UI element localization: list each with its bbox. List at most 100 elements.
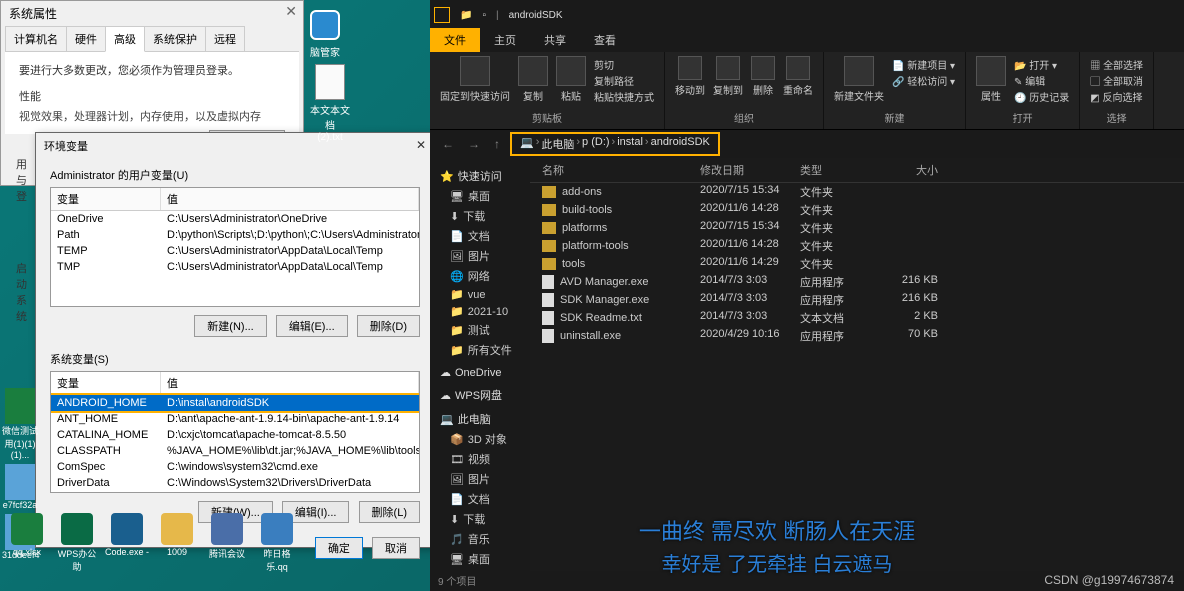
user-vars-list[interactable]: 变量 值 OneDriveC:\Users\Administrator\OneD… [50, 187, 420, 307]
file-row[interactable]: tools2020/11/6 14:29文件夹 [530, 255, 1184, 273]
sidebar-onedrive[interactable]: ☁ OneDrive [430, 364, 530, 381]
ok-button[interactable]: 确定 [315, 537, 363, 559]
sidebar-pc[interactable]: 💻 此电脑 [430, 409, 530, 429]
paste-button[interactable]: 粘贴 [556, 56, 586, 103]
table-row[interactable]: JAVA_HOMED:\java\java\jdk1.8.0_131 [51, 491, 419, 493]
tab-home[interactable]: 主页 [480, 28, 530, 52]
table-row[interactable]: ComSpecC:\windows\system32\cmd.exe [51, 459, 419, 475]
props-button[interactable]: 属性 [976, 56, 1006, 103]
sidebar-quick[interactable]: ⭐ 快速访问 [430, 166, 530, 186]
forward-button[interactable]: → [464, 137, 484, 151]
file-row[interactable]: build-tools2020/11/6 14:28文件夹 [530, 201, 1184, 219]
tab-computer-name[interactable]: 计算机名 [5, 26, 67, 51]
edit-button[interactable]: 编辑(E)... [276, 315, 348, 337]
sidebar-item[interactable]: 📁 测试 [430, 320, 530, 340]
desktop-icon[interactable]: Code.exe - [104, 513, 150, 573]
sidebar-wps[interactable]: ☁ WPS网盘 [430, 385, 530, 405]
sys-vars-list[interactable]: 变量 值 ANDROID_HOMED:\instal\androidSDK AN… [50, 371, 420, 493]
desktop-icon[interactable]: 昨日格乐.qq [254, 513, 300, 573]
newfolder-button[interactable]: 新建文件夹 [834, 56, 884, 103]
easyaccess-button[interactable]: 🔗 轻松访问 ▾ [892, 73, 955, 88]
file-list[interactable]: 名称修改日期类型大小 add-ons2020/7/15 15:34文件夹buil… [530, 158, 1184, 571]
table-row-selected[interactable]: ANDROID_HOMED:\instal\androidSDK [51, 395, 419, 411]
pin-button[interactable]: 固定到快速访问 [440, 56, 510, 103]
qa-icon[interactable]: ▫ [478, 8, 490, 23]
sidebar-item[interactable]: 📁 vue [430, 286, 530, 303]
cut-button[interactable]: 剪切 [594, 57, 654, 72]
file-header[interactable]: 名称修改日期类型大小 [530, 158, 1184, 183]
back-button[interactable]: ← [438, 137, 458, 151]
sidebar-item[interactable]: 🖼 图片 [430, 469, 530, 489]
breadcrumb[interactable]: 💻› 此电脑› p (D:)› instal› androidSDK [510, 132, 720, 156]
shortcut-button[interactable]: 粘贴快捷方式 [594, 89, 654, 104]
file-row[interactable]: AVD Manager.exe2014/7/3 3:03应用程序216 KB [530, 273, 1184, 291]
sidebar-item[interactable]: 🎵 音乐 [430, 529, 530, 549]
file-row[interactable]: SDK Readme.txt2014/7/3 3:03文本文档2 KB [530, 309, 1184, 327]
desktop-icon[interactable]: 1009 [154, 513, 200, 573]
up-button[interactable]: ↑ [490, 137, 504, 151]
move-button[interactable]: 移动到 [675, 56, 705, 97]
cancel-button[interactable]: 取消 [372, 537, 420, 559]
table-row[interactable]: TMPC:\Users\Administrator\AppData\Local\… [51, 259, 419, 275]
tab-protection[interactable]: 系统保护 [144, 26, 206, 51]
col-name[interactable]: 变量 [51, 372, 161, 394]
close-icon[interactable]: ✕ [416, 138, 426, 154]
tab-advanced[interactable]: 高级 [105, 26, 145, 52]
table-row[interactable]: TEMPC:\Users\Administrator\AppData\Local… [51, 243, 419, 259]
table-row[interactable]: CLASSPATH%JAVA_HOME%\lib\dt.jar;%JAVA_HO… [51, 443, 419, 459]
sidebar[interactable]: ⭐ 快速访问 🖥 桌面 ⬇ 下载 📄 文档 🖼 图片 🌐 网络 📁 vue 📁 … [430, 158, 530, 571]
tab-hardware[interactable]: 硬件 [66, 26, 106, 51]
sidebar-item[interactable]: 📁 2021-10 [430, 303, 530, 320]
copyto-button[interactable]: 复制到 [713, 56, 743, 97]
sidebar-item[interactable]: ⬇ 下载 [430, 509, 530, 529]
delete-button[interactable]: 删除(D) [357, 315, 420, 337]
table-row[interactable]: ANT_HOMED:\ant\apache-ant-1.9.14-bin\apa… [51, 411, 419, 427]
qq-icon[interactable] [310, 10, 340, 40]
col-name[interactable]: 变量 [51, 188, 161, 210]
qa-icon[interactable]: 📁 [456, 8, 476, 23]
tab-view[interactable]: 查看 [580, 28, 630, 52]
sidebar-item[interactable]: 🖥 桌面 [430, 549, 530, 569]
sidebar-item[interactable]: 📁 所有文件 [430, 340, 530, 360]
history-button[interactable]: 🕘 历史记录 [1014, 89, 1069, 104]
col-value[interactable]: 值 [161, 372, 419, 394]
copy-button[interactable]: 复制 [518, 56, 548, 103]
delete-button[interactable]: 删除(L) [359, 501, 420, 523]
tab-share[interactable]: 共享 [530, 28, 580, 52]
sidebar-item[interactable]: 🖥 桌面 [430, 186, 530, 206]
file-row[interactable]: add-ons2020/7/15 15:34文件夹 [530, 183, 1184, 201]
desktop-file[interactable]: 本文本文档 (2).txt [310, 64, 350, 143]
sidebar-item[interactable]: ⬇ 下载 [430, 206, 530, 226]
selnone-button[interactable]: ▢ 全部取消 [1090, 73, 1143, 88]
desktop-icon[interactable]: qq.xlsx [4, 513, 50, 573]
rename-button[interactable]: 重命名 [783, 56, 813, 97]
table-row[interactable]: CATALINA_HOMED:\cxjc\tomcat\apache-tomca… [51, 427, 419, 443]
file-row[interactable]: platforms2020/7/15 15:34文件夹 [530, 219, 1184, 237]
file-row[interactable]: platform-tools2020/11/6 14:28文件夹 [530, 237, 1184, 255]
table-row[interactable]: DriverDataC:\Windows\System32\Drivers\Dr… [51, 475, 419, 491]
tab-remote[interactable]: 远程 [205, 26, 245, 51]
sidebar-item[interactable]: 🌐 网络 [430, 266, 530, 286]
file-row[interactable]: uninstall.exe2020/4/29 10:16应用程序70 KB [530, 327, 1184, 345]
sidebar-item[interactable]: 📦 3D 对象 [430, 429, 530, 449]
sidebar-item[interactable]: 🖼 图片 [430, 246, 530, 266]
sidebar-item[interactable]: 📄 文档 [430, 226, 530, 246]
table-row[interactable]: OneDriveC:\Users\Administrator\OneDrive [51, 211, 419, 227]
table-row[interactable]: PathD:\python\Scripts\;D:\python\;C:\Use… [51, 227, 419, 243]
desktop-icon[interactable]: WPS办公助 [54, 513, 100, 573]
selinv-button[interactable]: ◩ 反向选择 [1090, 89, 1143, 104]
open-button[interactable]: 📂 打开 ▾ [1014, 57, 1069, 72]
file-row[interactable]: SDK Manager.exe2014/7/3 3:03应用程序216 KB [530, 291, 1184, 309]
newitem-button[interactable]: 📄 新建项目 ▾ [892, 57, 955, 72]
close-icon[interactable]: ✕ [285, 3, 297, 20]
new-button[interactable]: 新建(N)... [194, 315, 266, 337]
tab-file[interactable]: 文件 [430, 28, 480, 52]
sidebar-item[interactable]: 📄 文档 [430, 489, 530, 509]
edit-button[interactable]: ✎ 编辑 [1014, 73, 1069, 88]
desktop-icon[interactable]: 腾讯会议 [204, 513, 250, 573]
delete-button[interactable]: 删除 [751, 56, 775, 97]
selall-button[interactable]: ▦ 全部选择 [1090, 57, 1143, 72]
sidebar-item[interactable]: 🎞 视频 [430, 449, 530, 469]
copypath-button[interactable]: 复制路径 [594, 73, 654, 88]
col-value[interactable]: 值 [161, 188, 419, 210]
